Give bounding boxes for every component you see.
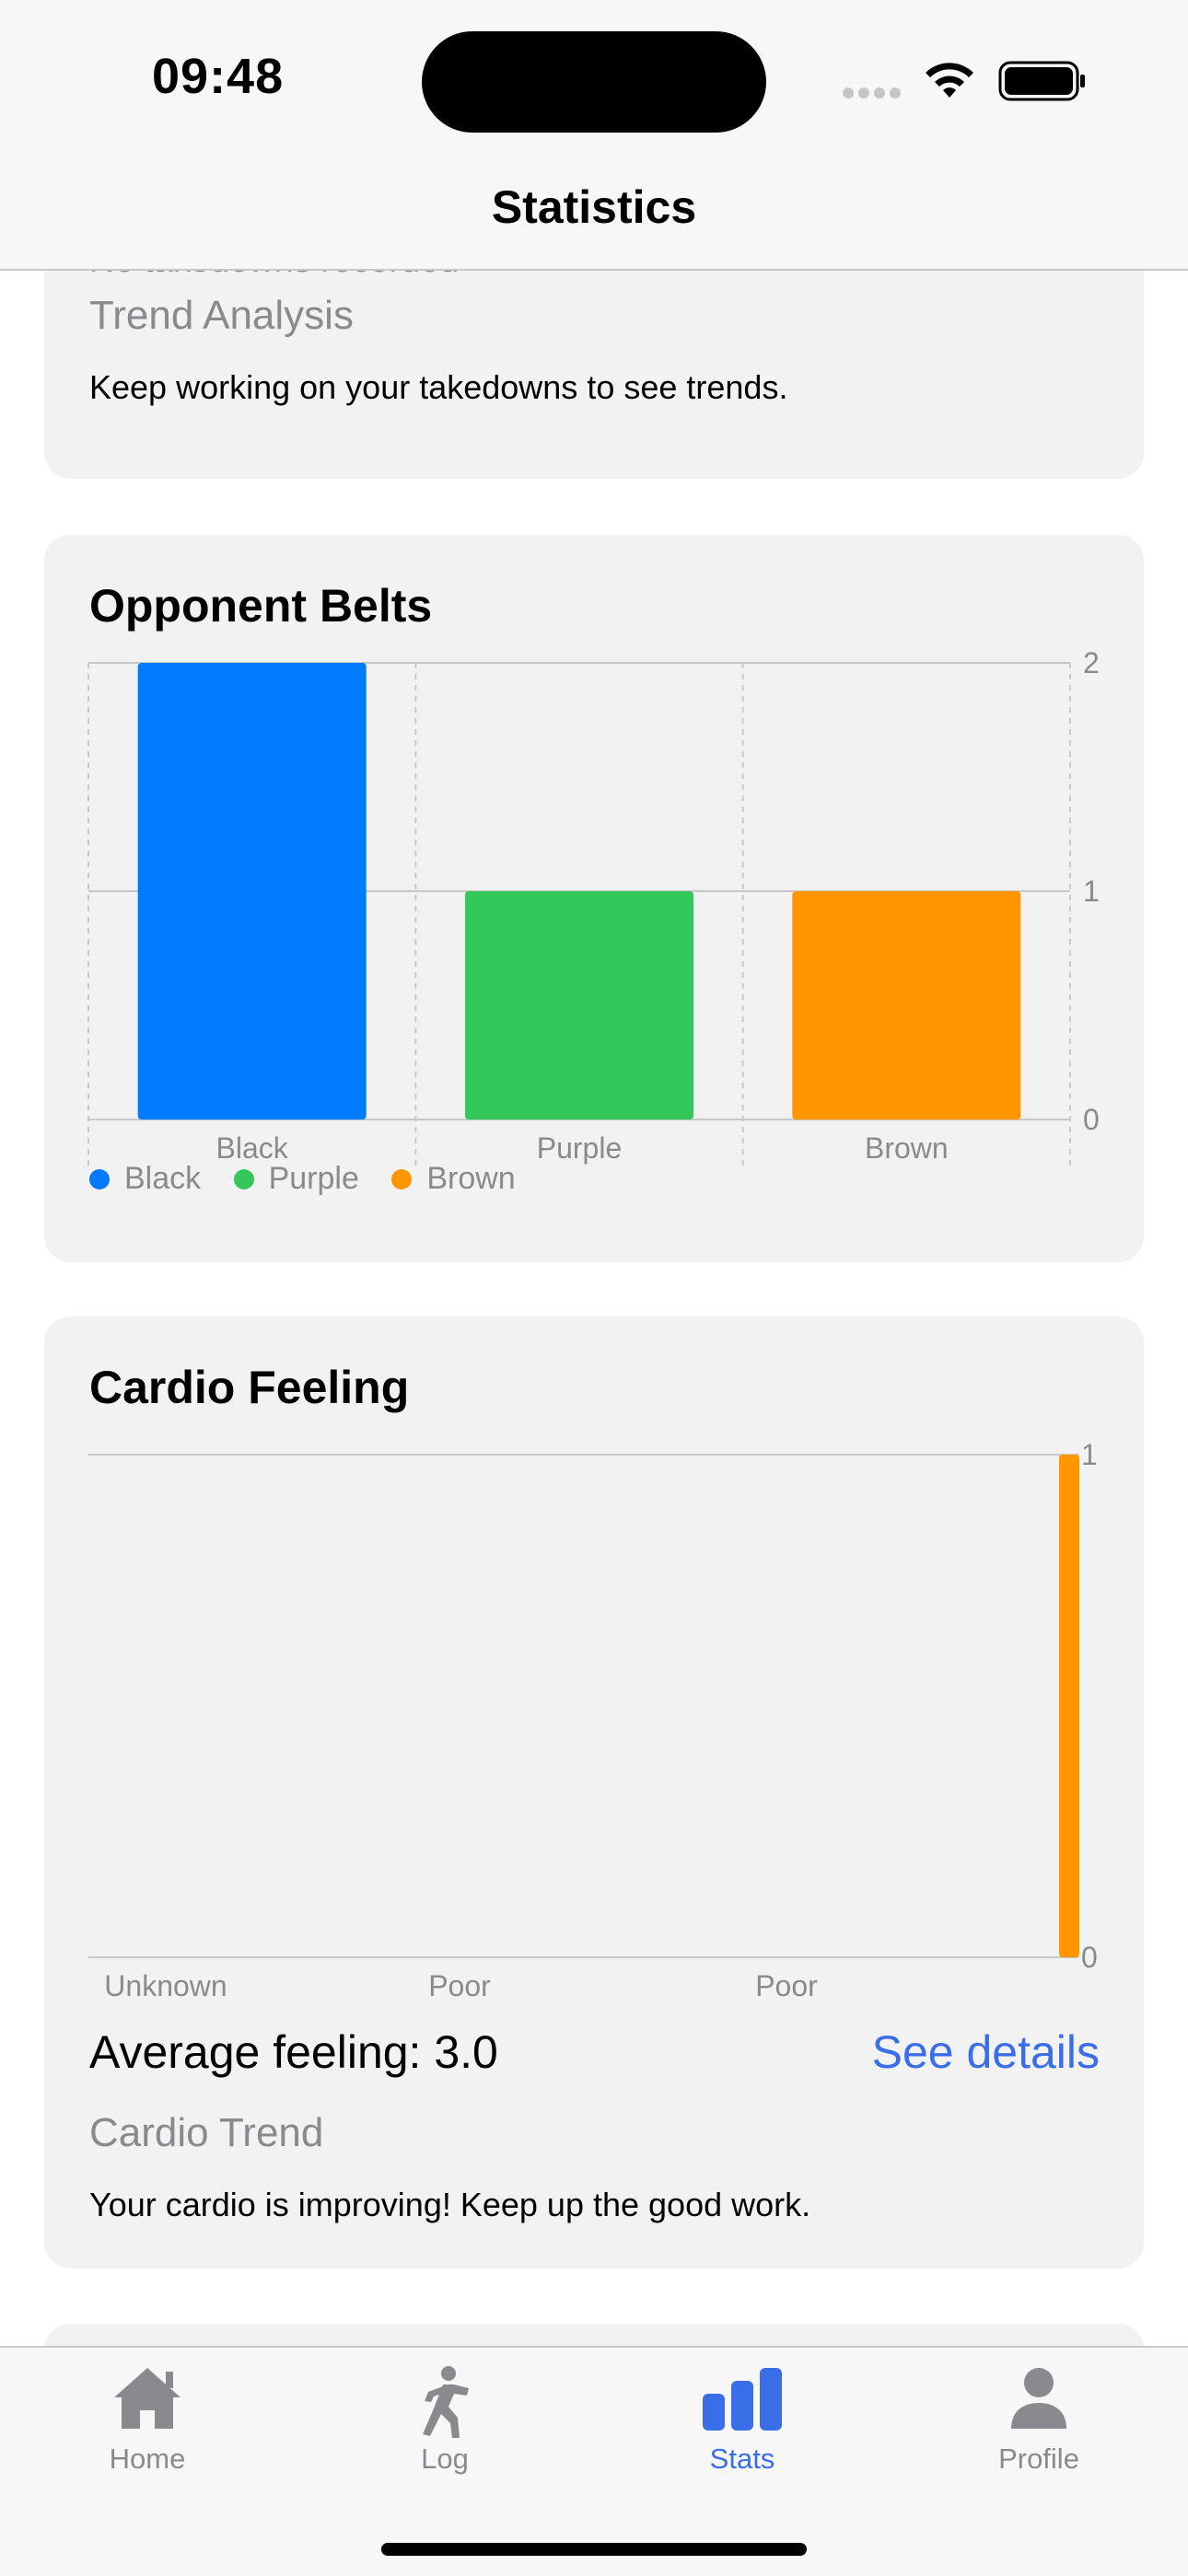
- trend-analysis-heading: Trend Analysis: [89, 293, 354, 338]
- dynamic-island: [422, 31, 766, 133]
- tab-stats-label: Stats: [709, 2443, 775, 2475]
- wifi-icon: [926, 63, 973, 98]
- opponent-belts-chart: 2 1 0 Black Purple Brown: [87, 646, 1100, 1169]
- status-bar: 09:48: [0, 0, 1188, 166]
- tab-home-label: Home: [109, 2443, 186, 2475]
- tab-home[interactable]: Home: [55, 2364, 239, 2476]
- cellular-signal-icon: [843, 87, 905, 103]
- cardio-trend-heading: Cardio Trend: [89, 2110, 324, 2155]
- legend-item-purple: Purple: [233, 1161, 359, 1197]
- average-feeling-text: Average feeling: 3.0: [89, 2026, 498, 2078]
- belts-y-tick-label: 1: [1083, 875, 1100, 908]
- see-details-link[interactable]: See details: [872, 2025, 1100, 2079]
- belts-bar-black: [137, 663, 367, 1120]
- belts-x-tick-label: Purple: [537, 1131, 623, 1165]
- cardio-bar: [1059, 1455, 1079, 1957]
- tab-stats[interactable]: Stats: [650, 2364, 834, 2476]
- belts-bar-purple: [465, 891, 693, 1120]
- opponent-belts-card: Opponent Belts 2 1 0 Black Purple Brown Black…: [44, 535, 1144, 1262]
- tab-profile[interactable]: Profile: [947, 2364, 1131, 2476]
- cardio-trend-text: Your cardio is improving! Keep up the go…: [89, 2186, 811, 2223]
- legend-label-black: Black: [124, 1161, 202, 1196]
- person-icon: [1011, 2368, 1066, 2429]
- belts-legend: Black Purple Brown: [89, 1161, 540, 1198]
- cardio-feeling-chart: 1 0 Unknown Poor Poor: [88, 1438, 1098, 2002]
- status-time: 09:48: [152, 49, 285, 104]
- battery-icon: [998, 61, 1085, 101]
- legend-dot-black: [89, 1168, 110, 1189]
- tab-profile-label: Profile: [998, 2443, 1079, 2475]
- chart-bar-icon: [703, 2368, 782, 2431]
- cardio-x-tick-label: Poor: [755, 1969, 818, 2002]
- trend-analysis-text: Keep working on your takedowns to see tr…: [89, 368, 788, 406]
- home-indicator: [381, 2543, 807, 2556]
- cardio-feeling-card: Cardio Feeling 1 0 Unknown Poor Poor Average…: [44, 1317, 1144, 2269]
- belts-y-tick-label: 0: [1083, 1103, 1100, 1136]
- legend-item-black: Black: [89, 1161, 201, 1197]
- house-icon: [114, 2368, 181, 2429]
- belts-y-tick-label: 2: [1083, 646, 1100, 679]
- stats-scroll-view[interactable]: No takedowns recorded Trend Analysis Kee…: [0, 269, 1188, 2346]
- legend-label-purple: Purple: [268, 1161, 359, 1196]
- cardio-x-tick-label: Unknown: [104, 1969, 227, 2002]
- belts-x-tick-label: Brown: [865, 1131, 949, 1165]
- next-card: [44, 2324, 1144, 2346]
- cardio-y-tick-label: 1: [1081, 1438, 1098, 1471]
- legend-dot-purple: [233, 1168, 254, 1189]
- tab-bar: Home Log Stats Profile: [0, 2346, 1188, 2576]
- belts-x-tick-label: Black: [216, 1131, 289, 1165]
- legend-label-brown: Brown: [426, 1161, 516, 1196]
- navigation-bar: Statistics: [0, 166, 1188, 271]
- cardio-x-tick-label: Poor: [428, 1969, 491, 2002]
- legend-dot-brown: [391, 1168, 413, 1189]
- page-title: Statistics: [491, 181, 697, 233]
- cardio-y-tick-label: 0: [1081, 1941, 1098, 1974]
- tab-log[interactable]: Log: [353, 2364, 537, 2476]
- belts-bar-brown: [792, 891, 1021, 1120]
- figure-icon: [423, 2366, 469, 2438]
- takedowns-card: No takedowns recorded Trend Analysis Kee…: [44, 269, 1144, 479]
- tab-log-label: Log: [421, 2443, 469, 2475]
- legend-item-brown: Brown: [391, 1161, 516, 1197]
